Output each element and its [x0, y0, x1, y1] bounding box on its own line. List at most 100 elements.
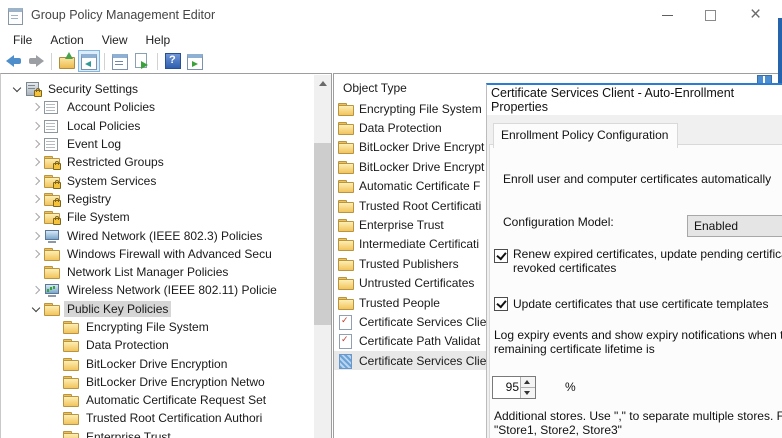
window-title: Group Policy Management Editor — [31, 8, 216, 22]
tree-item[interactable]: Network List Manager Policies — [1, 263, 331, 281]
close-button[interactable] — [735, 0, 780, 30]
properties-window-icon[interactable] — [110, 51, 130, 71]
menu-help[interactable]: Help — [137, 31, 180, 49]
table-icon — [44, 137, 60, 152]
tree-item[interactable]: Encrypting File System — [1, 318, 331, 336]
tree-item[interactable]: Data Protection — [1, 336, 331, 354]
menu-bar: File Action View Help — [0, 30, 782, 49]
update-templates-label: Update certificates that use certificate… — [513, 297, 769, 311]
chevron-down-icon[interactable] — [29, 302, 44, 316]
additional-stores-text: Additional stores. Use "," to separate m… — [494, 409, 782, 437]
tree-item-label: Local Policies — [67, 118, 141, 133]
chevron-right-icon[interactable] — [29, 192, 44, 206]
toolbar-separator — [51, 52, 52, 70]
chevron-right-icon[interactable] — [29, 100, 44, 114]
folder-icon — [63, 430, 79, 438]
expiry-percentage-spinner[interactable]: 95 — [492, 376, 536, 399]
menu-file[interactable]: File — [4, 31, 41, 49]
tree-item[interactable]: Wired Network (IEEE 802.3) Policies — [1, 226, 331, 244]
folder-icon — [63, 338, 79, 353]
show-action-pane-icon[interactable] — [185, 51, 205, 71]
folder-icon — [44, 302, 60, 316]
tree-scrollbar[interactable] — [314, 75, 331, 438]
help-icon[interactable] — [163, 51, 183, 71]
spinner-up-icon[interactable] — [521, 377, 535, 388]
configuration-model-select[interactable]: Enabled — [687, 215, 782, 237]
tree-item[interactable]: Windows Firewall with Advanced Secu — [1, 245, 331, 263]
list-item-label: Certificate Services Clie — [359, 314, 487, 329]
up-one-level-icon[interactable] — [57, 51, 77, 71]
tree-item[interactable]: Account Policies — [1, 98, 331, 116]
toolbar-separator — [104, 52, 105, 70]
expiry-percentage-value[interactable]: 95 — [493, 380, 519, 394]
tree-item-label: Registry — [67, 191, 112, 206]
tree-item[interactable]: Registry — [1, 190, 331, 208]
dialog-body: Enrollment Policy Configuration Enroll u… — [487, 117, 782, 438]
chevron-right-icon[interactable] — [29, 119, 44, 133]
cert-icon — [338, 314, 354, 330]
dialog-title: Certificate Services Client - Auto-Enrol… — [491, 86, 735, 114]
toolbar — [0, 49, 782, 73]
folder-lock-icon — [44, 192, 61, 207]
list-item-label: Trusted Root Certificati — [359, 198, 482, 213]
tree-item-label: Data Protection — [86, 338, 169, 353]
tree-item-label: Wireless Network (IEEE 802.11) Policie — [67, 283, 277, 298]
chevron-right-icon[interactable] — [29, 174, 44, 188]
tree-item[interactable]: System Services — [1, 171, 331, 189]
forward-icon[interactable] — [26, 51, 46, 71]
back-icon[interactable] — [4, 51, 24, 71]
list-item-label: Certificate Path Validat — [359, 334, 481, 349]
tree-item[interactable]: BitLocker Drive Encryption Netwo — [1, 373, 331, 391]
folder-icon — [338, 102, 354, 116]
tree-item[interactable]: Trusted Root Certification Authori — [1, 409, 331, 427]
tree-item[interactable]: BitLocker Drive Encryption — [1, 354, 331, 372]
tree-item-label: Restricted Groups — [67, 155, 164, 170]
chevron-right-icon[interactable] — [29, 210, 44, 224]
folder-icon — [63, 393, 79, 408]
tree-item-label: File System — [67, 210, 130, 225]
chevron-right-icon[interactable] — [29, 247, 44, 261]
configuration-model-label: Configuration Model: — [503, 215, 614, 229]
maximize-button[interactable] — [688, 0, 733, 30]
tree-item[interactable]: Wireless Network (IEEE 802.11) Policie — [1, 281, 331, 299]
cert-sel-icon — [338, 353, 354, 369]
list-item-label: Certificate Services Clie — [359, 353, 487, 368]
export-list-icon[interactable] — [132, 51, 152, 71]
tree-item-label: Network List Manager Policies — [67, 265, 229, 280]
spinner-down-icon[interactable] — [521, 388, 535, 398]
tree-item[interactable]: File System — [1, 208, 331, 226]
chevron-right-icon[interactable] — [29, 229, 44, 243]
tree-item[interactable]: Enterprise Trust — [1, 428, 331, 438]
tree-item[interactable]: Automatic Certificate Request Set — [1, 391, 331, 409]
tree-item[interactable]: Restricted Groups — [1, 153, 331, 171]
tree-item[interactable]: Event Log — [1, 135, 331, 153]
tree-item[interactable]: Public Key Policies — [1, 300, 331, 318]
list-item-label: BitLocker Drive Encrypt — [359, 140, 485, 155]
chevron-right-icon[interactable] — [29, 155, 44, 169]
menu-action[interactable]: Action — [41, 31, 92, 49]
scroll-up-icon[interactable] — [314, 75, 331, 92]
chevron-down-icon[interactable] — [10, 82, 25, 96]
scrollbar-thumb[interactable] — [314, 143, 331, 325]
folder-icon — [338, 276, 354, 291]
folder-icon — [63, 375, 79, 389]
tree-item-label: Public Key Policies — [64, 300, 172, 317]
update-templates-checkbox[interactable] — [494, 297, 508, 311]
renew-certificates-checkbox[interactable] — [494, 249, 508, 263]
menu-view[interactable]: View — [93, 31, 137, 49]
show-console-tree-icon[interactable] — [78, 50, 100, 72]
folder-lock-icon — [44, 174, 61, 189]
minimize-button[interactable] — [645, 0, 690, 30]
chevron-right-icon[interactable] — [29, 283, 44, 297]
tree-item-label: Automatic Certificate Request Set — [86, 393, 267, 408]
tab-enrollment-policy-configuration[interactable]: Enrollment Policy Configuration — [493, 123, 679, 148]
tree-item[interactable]: Local Policies — [1, 117, 331, 135]
table-icon — [44, 119, 60, 133]
list-item-label: Encrypting File System — [359, 101, 482, 116]
tree-item[interactable]: Security Settings — [1, 80, 331, 98]
list-item-label: Trusted Publishers — [359, 256, 459, 271]
chevron-right-icon[interactable] — [29, 137, 44, 151]
list-item-label: Trusted People — [359, 295, 440, 310]
